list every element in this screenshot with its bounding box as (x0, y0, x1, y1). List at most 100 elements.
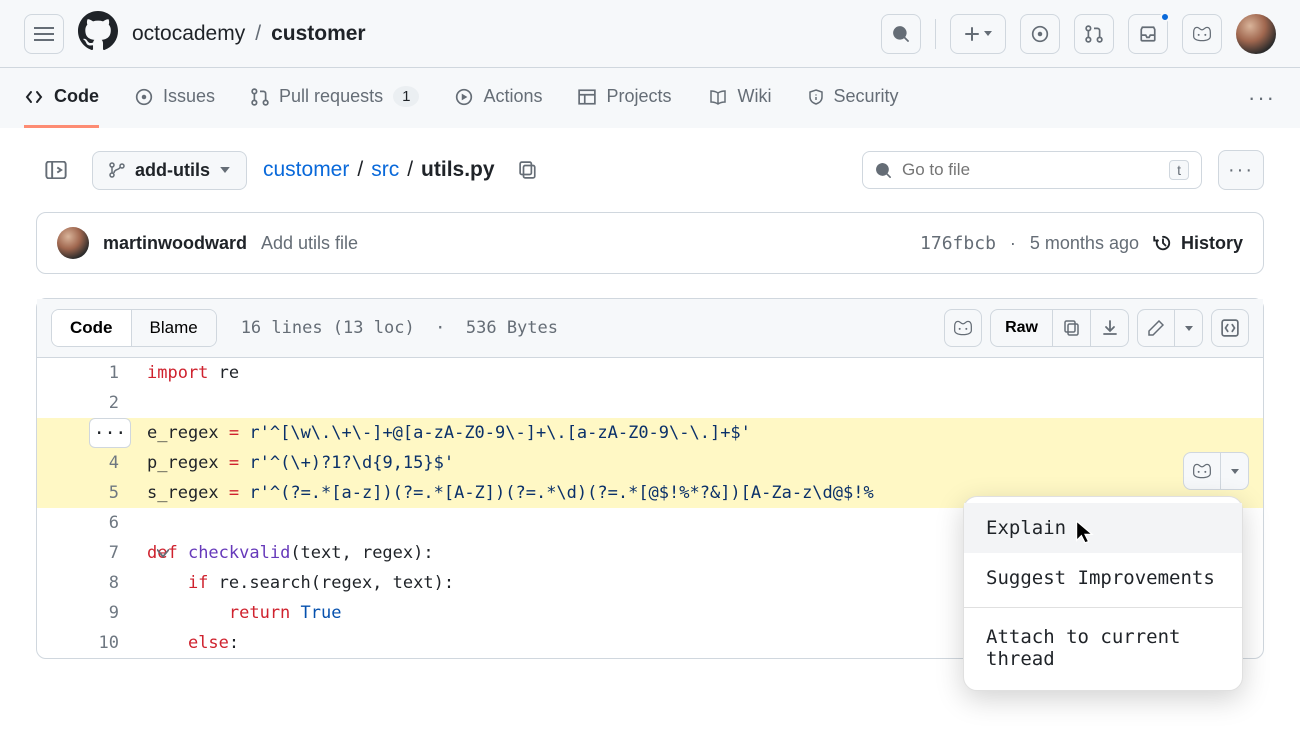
file-bar: add-utils customer / src / utils.py t ··… (0, 128, 1300, 212)
issue-icon (135, 88, 153, 106)
tab-issues[interactable]: Issues (135, 68, 215, 128)
pr-icon (251, 88, 269, 106)
code-toolbar: Code Blame 16 lines (13 loc) · 536 Bytes… (37, 299, 1263, 358)
path-file: utils.py (421, 158, 495, 182)
owner-link[interactable]: octocademy (132, 22, 245, 46)
line-number[interactable]: 7 (37, 543, 147, 563)
inbox-icon (1139, 25, 1157, 43)
menu-attach[interactable]: Attach to current thread (964, 612, 1242, 684)
blame-tab-button[interactable]: Blame (131, 310, 216, 346)
edit-button[interactable] (1137, 309, 1175, 347)
fold-chevron-icon[interactable] (157, 543, 169, 563)
search-button[interactable] (881, 14, 921, 54)
app-header: octocademy / customer (0, 0, 1300, 68)
caret-down-icon (984, 31, 992, 36)
line-number[interactable]: 1 (37, 363, 147, 383)
copilot-icon (953, 319, 973, 337)
repo-breadcrumb: octocademy / customer (132, 22, 366, 46)
add-button[interactable] (950, 14, 1006, 54)
menu-button[interactable] (24, 14, 64, 54)
tabs-overflow[interactable]: ··· (1248, 85, 1276, 111)
line-actions-button[interactable]: ··· (89, 418, 131, 448)
caret-down-icon (1231, 469, 1239, 474)
code-blame-toggle: Code Blame (51, 309, 217, 347)
edit-more-button[interactable] (1175, 309, 1203, 347)
caret-down-icon (1185, 326, 1193, 331)
menu-explain[interactable]: Explain (964, 503, 1242, 553)
line-number[interactable]: 2 (37, 393, 147, 413)
user-avatar[interactable] (1236, 14, 1276, 54)
inbox-button[interactable] (1128, 14, 1168, 54)
file-stats: 16 lines (13 loc) · 536 Bytes (241, 318, 558, 338)
unread-dot-icon (1160, 12, 1170, 22)
tab-actions[interactable]: Actions (455, 68, 542, 128)
caret-down-icon (220, 167, 230, 173)
shield-icon (808, 87, 824, 107)
book-icon (708, 89, 728, 105)
path-dir[interactable]: src (371, 158, 399, 182)
file-path: customer / src / utils.py (263, 158, 537, 182)
latest-commit: martinwoodward Add utils file 176fbcb · … (36, 212, 1264, 274)
repo-link[interactable]: customer (271, 22, 366, 46)
line-number[interactable]: 8 (37, 573, 147, 593)
tab-wiki[interactable]: Wiki (708, 68, 772, 128)
go-to-file-input[interactable] (902, 160, 1159, 180)
download-button[interactable] (1091, 309, 1129, 347)
sidebar-toggle[interactable] (36, 150, 76, 190)
table-icon (578, 88, 596, 106)
copilot-line-button[interactable] (1183, 452, 1221, 490)
copilot-float (1183, 452, 1249, 490)
github-logo[interactable] (78, 11, 118, 56)
line-number[interactable]: 9 (37, 603, 147, 623)
commit-author[interactable]: martinwoodward (103, 233, 247, 254)
copilot-menu: Explain Suggest Improvements Attach to c… (963, 496, 1243, 691)
symbols-icon (1221, 319, 1239, 337)
cursor-icon (1075, 520, 1095, 544)
copilot-line-more[interactable] (1221, 452, 1249, 490)
line-number[interactable]: 10 (37, 633, 147, 653)
pull-requests-button[interactable] (1074, 14, 1114, 54)
play-icon (455, 88, 473, 106)
code-tab-button[interactable]: Code (52, 310, 131, 346)
history-button[interactable]: History (1153, 233, 1243, 254)
kbd-hint: t (1169, 160, 1189, 180)
raw-button[interactable]: Raw (990, 309, 1053, 347)
path-repo[interactable]: customer (263, 158, 349, 182)
go-to-file[interactable]: t (862, 151, 1202, 189)
plus-icon (964, 26, 980, 42)
commit-date: 5 months ago (1030, 233, 1139, 254)
issues-tray-button[interactable] (1020, 14, 1060, 54)
file-more-button[interactable]: ··· (1218, 150, 1264, 190)
commit-avatar[interactable] (57, 227, 89, 259)
pr-icon (1085, 25, 1103, 43)
repo-nav: Code Issues Pull requests 1 Actions Proj… (0, 68, 1300, 128)
line-number[interactable]: 5 (37, 483, 147, 503)
branch-selector[interactable]: add-utils (92, 151, 247, 190)
tab-projects[interactable]: Projects (578, 68, 671, 128)
pr-counter: 1 (393, 86, 419, 107)
copilot-icon (1192, 25, 1212, 43)
line-number[interactable]: 6 (37, 513, 147, 533)
copy-icon (1064, 319, 1080, 337)
menu-suggest[interactable]: Suggest Improvements (964, 553, 1242, 603)
sidebar-icon (45, 161, 67, 179)
code-body: ··· 1import re 2 3e_regex = r'^[\w\.\+\-… (37, 358, 1263, 658)
download-icon (1102, 319, 1118, 337)
copilot-icon (1192, 462, 1212, 480)
copilot-toolbar-button[interactable] (944, 309, 982, 347)
line-number[interactable]: 4 (37, 453, 147, 473)
history-icon (1153, 233, 1173, 253)
code-view: Code Blame 16 lines (13 loc) · 536 Bytes… (36, 298, 1264, 659)
copilot-header-button[interactable] (1182, 14, 1222, 54)
tab-security[interactable]: Security (808, 68, 899, 128)
commit-sha[interactable]: 176fbcb (920, 233, 996, 254)
symbols-button[interactable] (1211, 309, 1249, 347)
branch-icon (109, 161, 125, 179)
issue-dot-icon (1031, 25, 1049, 43)
tab-pull-requests[interactable]: Pull requests 1 (251, 68, 419, 128)
copy-content-button[interactable] (1053, 309, 1091, 347)
tab-code[interactable]: Code (24, 68, 99, 128)
commit-message[interactable]: Add utils file (261, 233, 358, 254)
copy-icon[interactable] (519, 160, 537, 180)
search-icon (875, 162, 892, 179)
